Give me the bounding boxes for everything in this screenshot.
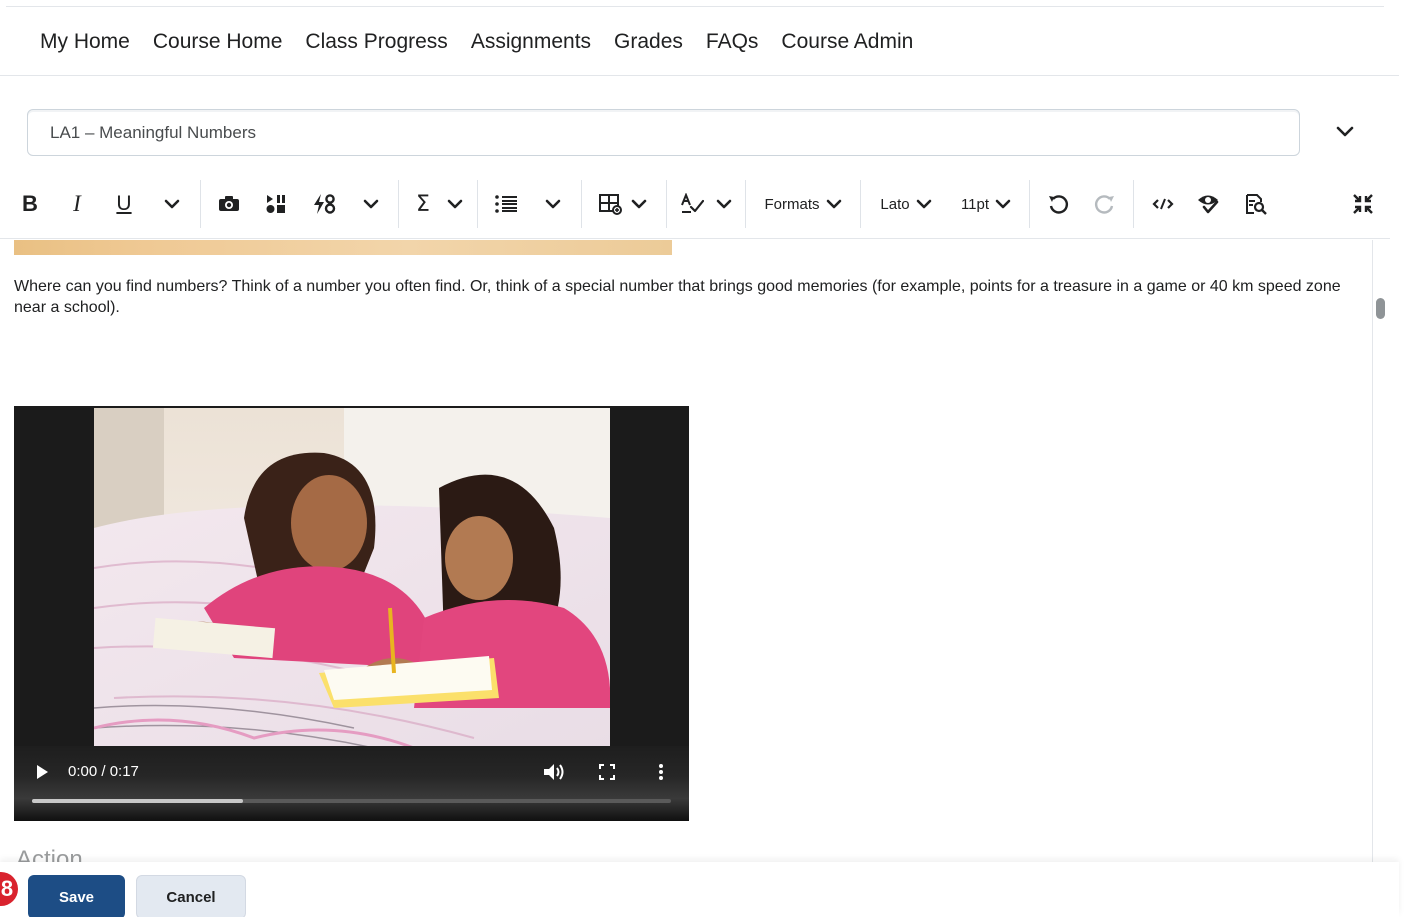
chevron-down-icon[interactable] (712, 190, 736, 218)
preview-icon[interactable] (1243, 190, 1269, 218)
chevron-down-icon[interactable] (443, 190, 467, 218)
equation-button[interactable]: Σ (410, 190, 436, 218)
insert-quicklink-icon[interactable] (311, 190, 337, 218)
toolbar-separator (581, 180, 582, 228)
toolbar-separator (666, 180, 667, 228)
chevron-down-icon[interactable] (627, 190, 651, 218)
underline-button[interactable]: U (112, 190, 136, 218)
collapse-chevron-icon[interactable] (1334, 121, 1356, 143)
top-divider (6, 6, 1384, 7)
fullscreen-exit-icon[interactable] (1350, 190, 1376, 218)
bullet-list-icon[interactable] (493, 190, 519, 218)
font-family-dropdown[interactable]: Lato (878, 190, 934, 218)
course-navbar: My Home Course Home Class Progress Assig… (0, 8, 1399, 76)
font-size-label: 11pt (960, 195, 990, 213)
toolbar-separator (860, 180, 861, 228)
video-progress-bar[interactable] (32, 799, 671, 803)
nav-course-admin[interactable]: Course Admin (781, 30, 913, 54)
video-controls: 0:00 / 0:17 (14, 746, 689, 821)
toolbar-separator (1029, 180, 1030, 228)
toolbar-separator (745, 180, 746, 228)
accessibility-checker-icon[interactable] (1196, 190, 1222, 218)
nav-faqs[interactable]: FAQs (706, 30, 759, 54)
font-size-dropdown[interactable]: 11pt (957, 190, 1015, 218)
italic-button[interactable]: I (66, 190, 88, 218)
nav-assignments[interactable]: Assignments (471, 30, 591, 54)
video-progress-fill (32, 799, 243, 803)
formats-label: Formats (764, 195, 820, 213)
insert-stuff-icon[interactable] (263, 190, 289, 218)
undo-icon[interactable] (1045, 190, 1071, 218)
toolbar-separator (477, 180, 478, 228)
cancel-button[interactable]: Cancel (136, 875, 246, 917)
editor-scrollbar-track[interactable] (1372, 240, 1388, 862)
chevron-down-icon (826, 199, 841, 209)
embedded-image-partial (14, 240, 672, 255)
redo-icon[interactable] (1092, 190, 1118, 218)
nav-course-home[interactable]: Course Home (153, 30, 283, 54)
editor-scrollbar-thumb[interactable] (1376, 298, 1385, 319)
video-player[interactable]: 0:00 / 0:17 (14, 406, 689, 821)
chevron-down-icon[interactable] (160, 190, 184, 218)
video-thumbnail (94, 408, 610, 754)
nav-grades[interactable]: Grades (614, 30, 683, 54)
chevron-down-icon (995, 199, 1011, 209)
editor-paragraph: Where can you find numbers? Think of a n… (14, 278, 1341, 316)
nav-my-home[interactable]: My Home (40, 30, 130, 54)
editor-toolbar: B I U Σ Formats Lato 11pt (0, 168, 1390, 239)
chevron-down-icon[interactable] (359, 190, 383, 218)
chevron-down-icon[interactable] (541, 190, 565, 218)
spellcheck-icon[interactable] (679, 190, 705, 218)
toolbar-separator (200, 180, 201, 228)
save-button[interactable]: Save (28, 875, 125, 917)
table-icon[interactable] (597, 190, 623, 218)
formats-dropdown[interactable]: Formats (764, 190, 842, 218)
toolbar-separator (1133, 180, 1134, 228)
nav-class-progress[interactable]: Class Progress (305, 30, 447, 54)
chevron-down-icon (916, 199, 931, 209)
title-input[interactable] (50, 122, 1299, 143)
toolbar-separator (398, 180, 399, 228)
bold-button[interactable]: B (18, 190, 42, 218)
video-time: 0:00 / 0:17 (68, 763, 139, 780)
source-code-icon[interactable] (1150, 190, 1176, 218)
fullscreen-icon[interactable] (596, 761, 618, 783)
play-icon[interactable] (32, 762, 52, 782)
volume-icon[interactable] (542, 761, 566, 783)
insert-image-icon[interactable] (216, 190, 242, 218)
more-options-icon[interactable] (652, 760, 670, 784)
font-family-label: Lato (880, 195, 910, 213)
title-field (27, 109, 1300, 156)
